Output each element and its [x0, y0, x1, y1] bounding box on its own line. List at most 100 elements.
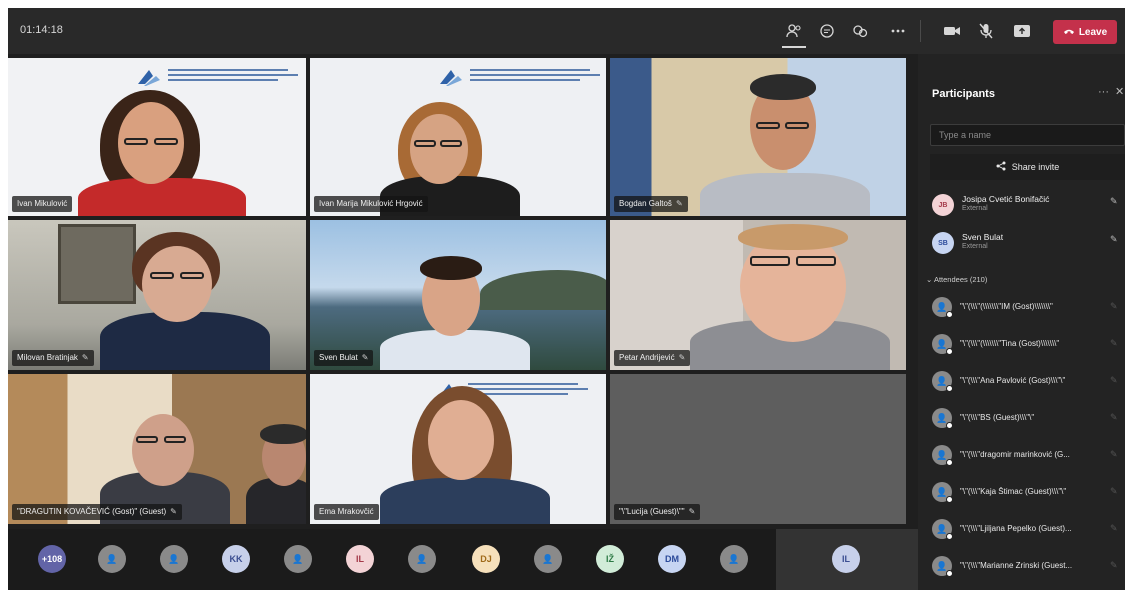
- panel-title: Participants: [932, 88, 995, 100]
- attendee-item[interactable]: 👤 "\"(\\\"dragomir marinković (G... ✎: [932, 442, 1122, 472]
- attendee-options-icon[interactable]: ✎: [1110, 486, 1118, 497]
- mic-muted-icon: ✎: [1110, 196, 1118, 206]
- participant-avatar[interactable]: KK: [222, 545, 250, 573]
- video-tile[interactable]: Ema Mrakovčić: [310, 374, 606, 524]
- attendee-item[interactable]: 👤 "\"(\\\"Ana Pavlović (Gost)\\\"\" ✎: [932, 368, 1122, 398]
- reactions-icon[interactable]: [848, 19, 872, 43]
- mic-muted-icon: ✎: [170, 507, 177, 516]
- presence-dot: [946, 422, 953, 429]
- attendee-options-icon[interactable]: ✎: [1110, 301, 1118, 312]
- event-logo-banner: [438, 66, 600, 88]
- close-icon[interactable]: ✕: [1115, 85, 1124, 98]
- attendee-item[interactable]: 👤 "\"(\\\"Kaja Štimac (Guest)\\\"\" ✎: [932, 479, 1122, 509]
- participant-name-tag: Petar Andrijević ✎: [614, 350, 691, 366]
- participant-name-tag: Ema Mrakovčić: [314, 504, 379, 520]
- attendee-item[interactable]: 👤 "\"(\\\"Ljiljana Pepelko (Guest)... ✎: [932, 516, 1122, 546]
- participant-avatar[interactable]: 👤: [284, 545, 312, 573]
- leave-button[interactable]: Leave: [1053, 20, 1117, 44]
- participant-avatar[interactable]: 👤: [720, 545, 748, 573]
- participant-avatar[interactable]: 👤: [160, 545, 188, 573]
- attendee-name: "\"(\\\"dragomir marinković (G...: [960, 450, 1070, 459]
- logo-text-lines: [168, 66, 298, 81]
- attendee-options-icon[interactable]: ✎: [1110, 412, 1118, 423]
- avatar: SB: [932, 232, 954, 254]
- chat-icon[interactable]: [815, 19, 839, 43]
- video-tile[interactable]: "\"Lucija (Guest)\"" ✎: [610, 374, 906, 524]
- participant-name-tag: Ivan Marija Mikulović Hrgović: [314, 196, 428, 212]
- video-tile[interactable]: "DRAGUTIN KOVAČEVIĆ (Gost)" (Guest) ✎: [8, 374, 306, 524]
- participant-name-tag: Bogdan Galtoš ✎: [614, 196, 688, 212]
- share-icon[interactable]: [1010, 19, 1034, 43]
- attendee-options-icon[interactable]: ✎: [1110, 560, 1118, 571]
- logo-text-lines: [468, 380, 588, 395]
- attendee-name: "\"(\\\"(\\\\\\\"IM (Gost)\\\\\\\": [960, 302, 1053, 311]
- video-tile[interactable]: Ivan Marija Mikulović Hrgović: [310, 58, 606, 216]
- event-logo-banner: [136, 66, 298, 88]
- person-icon: 👤: [728, 553, 740, 564]
- self-view-tile[interactable]: IL: [776, 529, 918, 590]
- mic-icon[interactable]: [974, 19, 998, 43]
- self-avatar: IL: [832, 545, 860, 573]
- more-participants-badge[interactable]: +108: [38, 545, 66, 573]
- conference-logo-icon: [440, 70, 462, 86]
- participant-avatar[interactable]: 👤: [534, 545, 562, 573]
- participant-name-tag: Sven Bulat ✎: [314, 350, 374, 366]
- attendee-options-icon[interactable]: ✎: [1110, 523, 1118, 534]
- presenter-item[interactable]: SB Sven Bulat External ✎: [932, 230, 1122, 260]
- meeting-timer: 01:14:18: [20, 24, 63, 36]
- participant-avatar[interactable]: DJ: [472, 545, 500, 573]
- mic-muted-icon: ✎: [688, 507, 696, 516]
- attendee-name: "\"(\\\"Ljiljana Pepelko (Guest)...: [960, 524, 1072, 533]
- toolbar-divider: [920, 20, 921, 42]
- share-invite-button[interactable]: Share invite: [930, 154, 1125, 180]
- participant-name-tag: "DRAGUTIN KOVAČEVIĆ (Gost)" (Guest) ✎: [12, 504, 182, 520]
- share-icon: [996, 161, 1006, 173]
- share-invite-label: Share invite: [1011, 162, 1060, 172]
- participants-icon[interactable]: [782, 19, 806, 43]
- participant-name-tag: Milovan Bratinjak ✎: [12, 350, 94, 366]
- presenter-role: External: [962, 243, 988, 250]
- attendee-options-icon[interactable]: ✎: [1110, 338, 1118, 349]
- mic-muted-icon: ✎: [361, 353, 369, 362]
- participant-avatar[interactable]: IŽ: [596, 545, 624, 573]
- attendee-item[interactable]: 👤 "\"(\\\"(\\\\\\\"IM (Gost)\\\\\\\" ✎: [932, 294, 1122, 324]
- leave-label: Leave: [1078, 26, 1108, 38]
- more-icon[interactable]: [886, 19, 910, 43]
- attendee-name: "\"(\\\"Ana Pavlović (Gost)\\\"\": [960, 376, 1066, 385]
- camera-icon[interactable]: [940, 19, 964, 43]
- video-tile[interactable]: Ivan Mikulović: [8, 58, 306, 216]
- person-icon: 👤: [542, 553, 554, 564]
- person-icon: 👤: [168, 553, 180, 564]
- attendee-options-icon[interactable]: ✎: [1110, 375, 1118, 386]
- presence-dot: [946, 385, 953, 392]
- attendee-options-icon[interactable]: ✎: [1110, 449, 1118, 460]
- video-tile[interactable]: Sven Bulat ✎: [310, 220, 606, 370]
- chevron-down-icon: ⌄: [926, 275, 933, 284]
- presence-dot: [946, 311, 953, 318]
- mic-muted-icon: ✎: [678, 353, 686, 362]
- attendee-name: "\"(\\\"Marianne Zrinski (Guest...: [960, 561, 1073, 570]
- presenter-name: Josipa Cvetić Bonifačić: [962, 194, 1050, 204]
- attendee-item[interactable]: 👤 "\"(\\\"BS (Guest)\\\"\" ✎: [932, 405, 1122, 435]
- participant-avatar[interactable]: IL: [346, 545, 374, 573]
- participant-search-input[interactable]: [930, 124, 1125, 146]
- participant-avatar[interactable]: DM: [658, 545, 686, 573]
- video-tile[interactable]: Bogdan Galtoš ✎: [610, 58, 906, 216]
- meeting-toolbar: 01:14:18 Leave: [8, 8, 1125, 54]
- presenter-name: Sven Bulat: [962, 232, 1004, 242]
- presence-dot: [946, 348, 953, 355]
- attendee-name: "\"(\\\"(\\\\\\\"Tina (Gost)\\\\\\\": [960, 339, 1060, 348]
- presence-dot: [946, 459, 953, 466]
- participant-avatar[interactable]: 👤: [408, 545, 436, 573]
- video-tile[interactable]: Milovan Bratinjak ✎: [8, 220, 306, 370]
- person-icon: 👤: [292, 553, 304, 564]
- attendee-item[interactable]: 👤 "\"(\\\"Marianne Zrinski (Guest... ✎: [932, 553, 1122, 583]
- participant-avatar[interactable]: 👤: [98, 545, 126, 573]
- video-tile[interactable]: Petar Andrijević ✎: [610, 220, 906, 370]
- presenter-item[interactable]: JB Josipa Cvetić Bonifačić External ✎: [932, 192, 1122, 222]
- presence-dot: [946, 533, 953, 540]
- panel-more-icon[interactable]: ···: [1098, 86, 1109, 98]
- mic-muted-icon: ✎: [81, 353, 89, 362]
- attendees-header[interactable]: ⌄ Attendees (210): [926, 275, 987, 284]
- attendee-item[interactable]: 👤 "\"(\\\"(\\\\\\\"Tina (Gost)\\\\\\\" ✎: [932, 331, 1122, 361]
